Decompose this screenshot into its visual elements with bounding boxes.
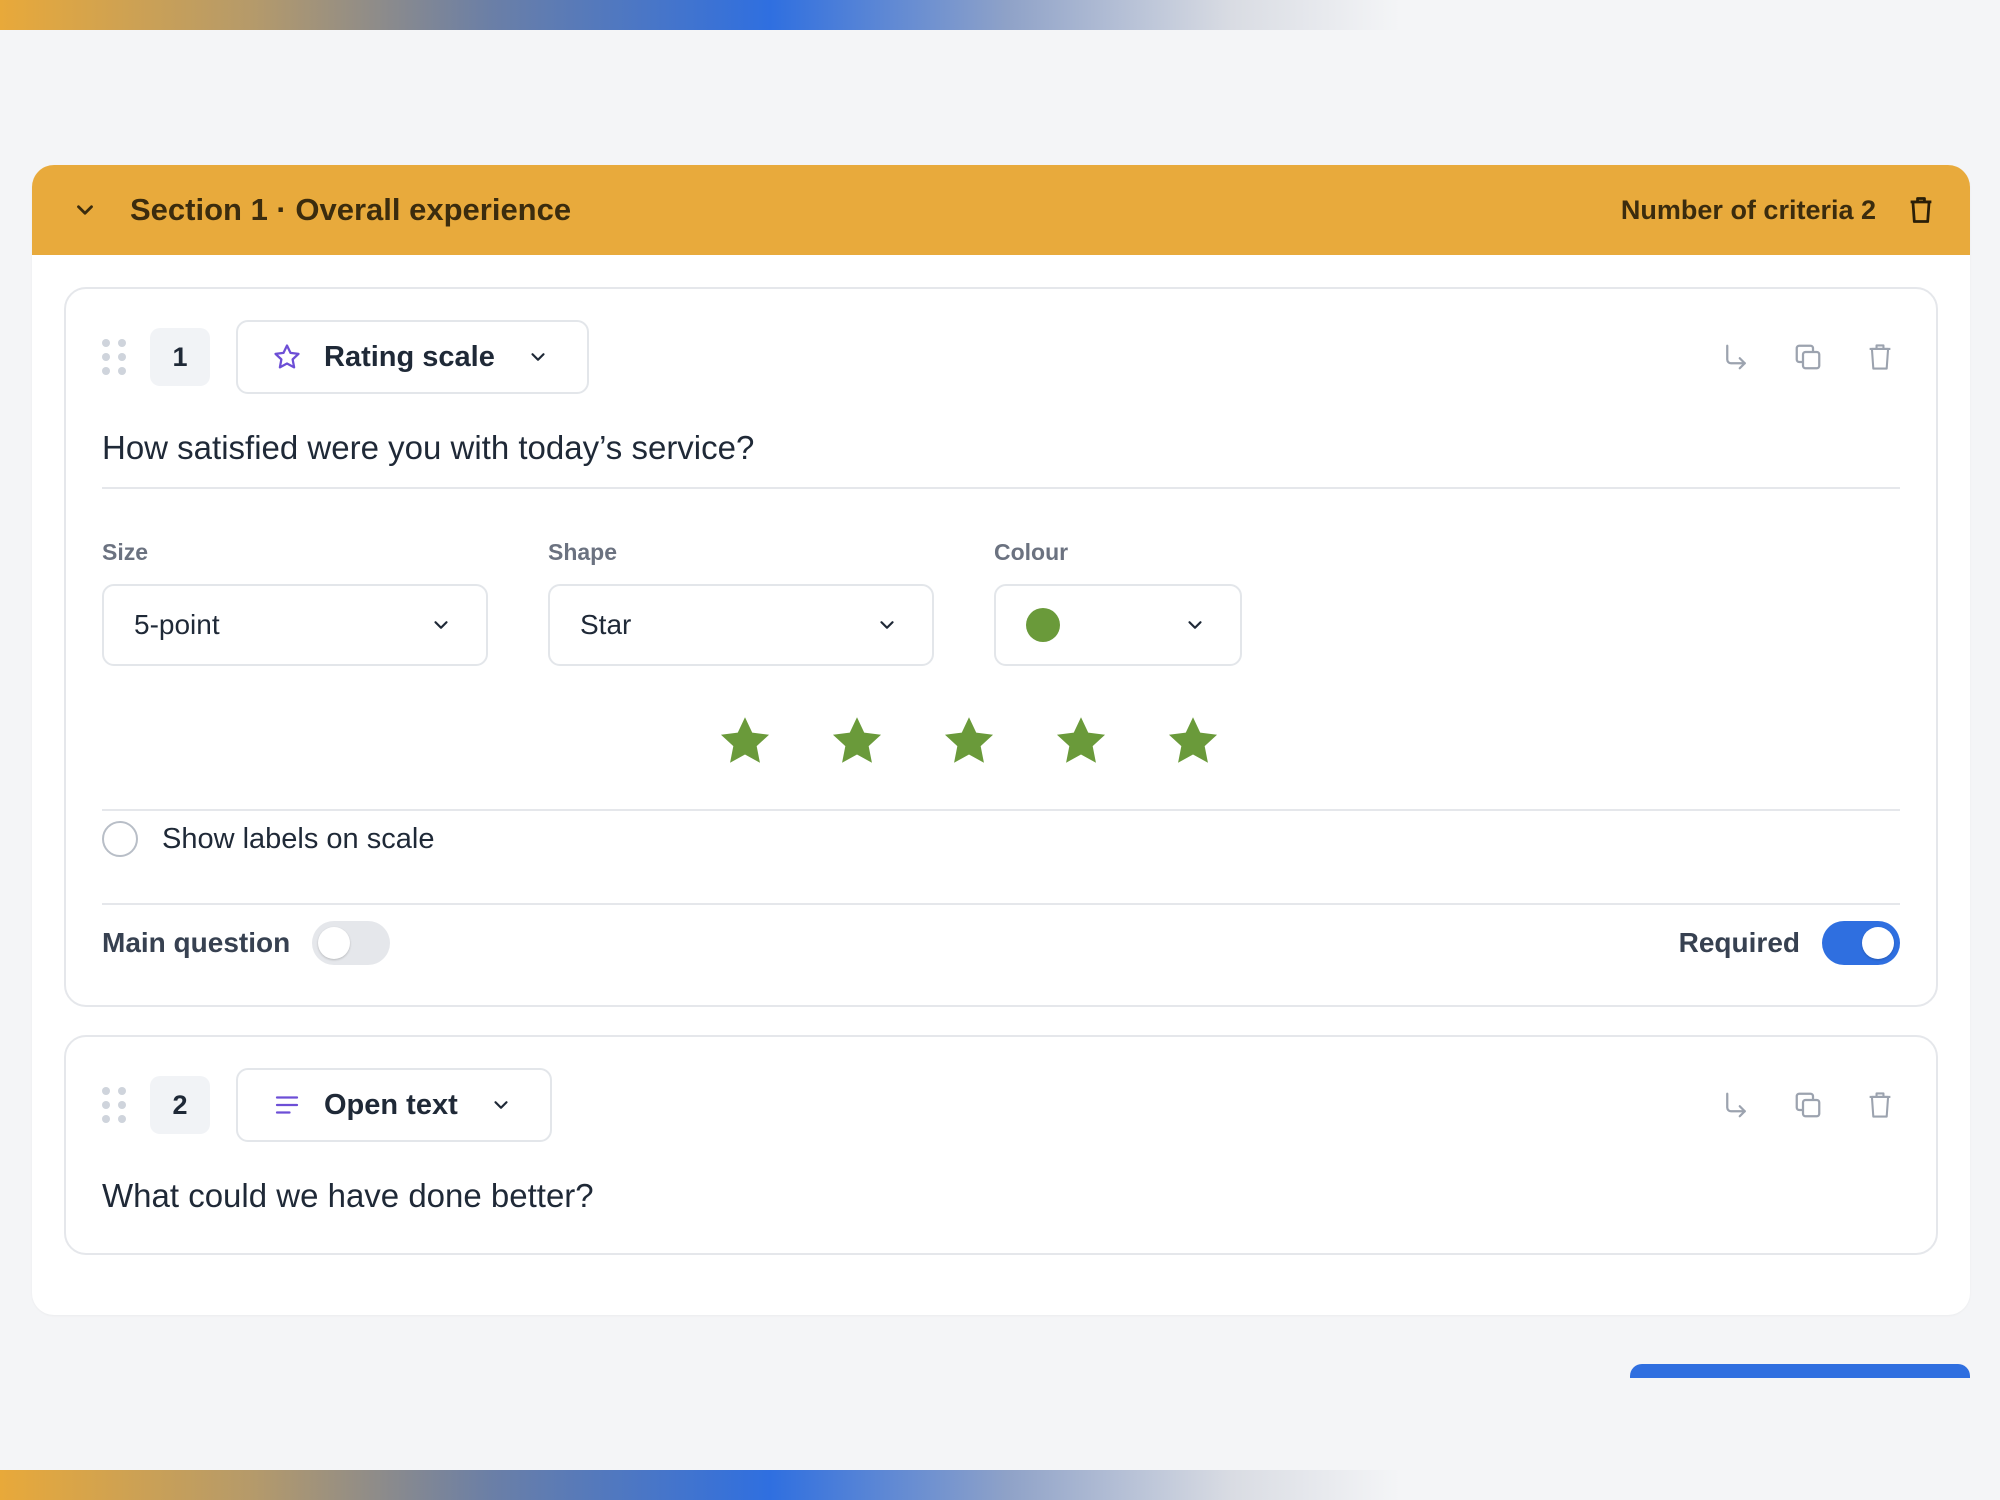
primary-action-button[interactable] — [1630, 1364, 1970, 1378]
question-text[interactable]: How satisfied were you with today’s serv… — [102, 429, 1900, 489]
show-labels-text: Show labels on scale — [162, 822, 435, 855]
question-footer: Main question Required — [102, 915, 1900, 971]
star-outline-icon — [270, 340, 304, 374]
shape-field: Shape Star — [548, 539, 934, 666]
required-toggle[interactable] — [1822, 921, 1900, 965]
branch-icon[interactable] — [1716, 337, 1756, 377]
question-type-label: Rating scale — [324, 340, 495, 373]
question-toolbar: 2 Open text — [102, 1068, 1900, 1142]
colour-swatch — [1026, 608, 1060, 642]
show-labels-radio[interactable] — [102, 821, 138, 857]
bottom-gradient-bar — [0, 1470, 1400, 1500]
show-labels-option[interactable]: Show labels on scale — [102, 821, 434, 857]
colour-select[interactable] — [994, 584, 1242, 666]
section-header: Section 1 · Overall experience Number of… — [32, 165, 1970, 255]
divider — [102, 809, 1900, 811]
section-card: Section 1 · Overall experience Number of… — [32, 165, 1970, 1315]
chevron-down-icon — [1182, 612, 1208, 638]
rating-star-icon — [1053, 713, 1109, 769]
shape-label: Shape — [548, 539, 618, 565]
drag-handle-icon[interactable] — [102, 337, 128, 377]
delete-question-icon[interactable] — [1860, 1085, 1900, 1125]
question-type-dropdown[interactable]: Rating scale — [236, 320, 589, 394]
size-field: Size 5-point — [102, 539, 488, 666]
size-value: 5-point — [134, 609, 220, 640]
question-type-dropdown[interactable]: Open text — [236, 1068, 552, 1142]
main-question-toggle[interactable] — [312, 921, 391, 965]
chevron-down-icon — [525, 344, 551, 370]
delete-question-icon[interactable] — [1860, 337, 1900, 377]
duplicate-icon[interactable] — [1788, 1085, 1828, 1125]
colour-label: Colour — [994, 539, 1069, 565]
chevron-down-icon — [428, 612, 454, 638]
rating-preview — [66, 713, 1936, 769]
question-number: 1 — [150, 328, 210, 386]
top-gradient-bar — [0, 0, 1400, 30]
rating-star-icon — [941, 713, 997, 769]
divider — [102, 903, 1900, 905]
section-title: Section 1 · Overall experience — [130, 192, 572, 227]
question-text[interactable]: What could we have done better? — [102, 1177, 1900, 1215]
drag-handle-icon[interactable] — [102, 1085, 128, 1125]
rating-star-icon — [717, 713, 773, 769]
question-number: 2 — [150, 1076, 210, 1134]
criteria-count: Number of criteria 2 — [1620, 194, 1876, 225]
chevron-down-icon — [488, 1092, 514, 1118]
question-type-label: Open text — [324, 1088, 458, 1121]
question-card: 1 Rating scale How satisfied were you wi… — [64, 287, 1938, 1007]
shape-select[interactable]: Star — [548, 584, 934, 666]
chevron-down-icon — [874, 612, 900, 638]
rating-star-icon — [829, 713, 885, 769]
main-question-label: Main question — [102, 927, 291, 958]
shape-value: Star — [580, 609, 632, 640]
branch-icon[interactable] — [1716, 1085, 1756, 1125]
duplicate-icon[interactable] — [1788, 337, 1828, 377]
question-card: 2 Open text What could we have done bett… — [64, 1035, 1938, 1255]
collapse-chevron-icon[interactable] — [68, 193, 102, 227]
rating-star-icon — [1165, 713, 1221, 769]
text-lines-icon — [270, 1088, 304, 1122]
question-toolbar: 1 Rating scale — [102, 320, 1900, 394]
delete-section-icon[interactable] — [1904, 193, 1938, 227]
size-select[interactable]: 5-point — [102, 584, 488, 666]
size-label: Size — [102, 539, 149, 565]
required-label: Required — [1678, 927, 1800, 958]
colour-field: Colour — [994, 539, 1242, 666]
